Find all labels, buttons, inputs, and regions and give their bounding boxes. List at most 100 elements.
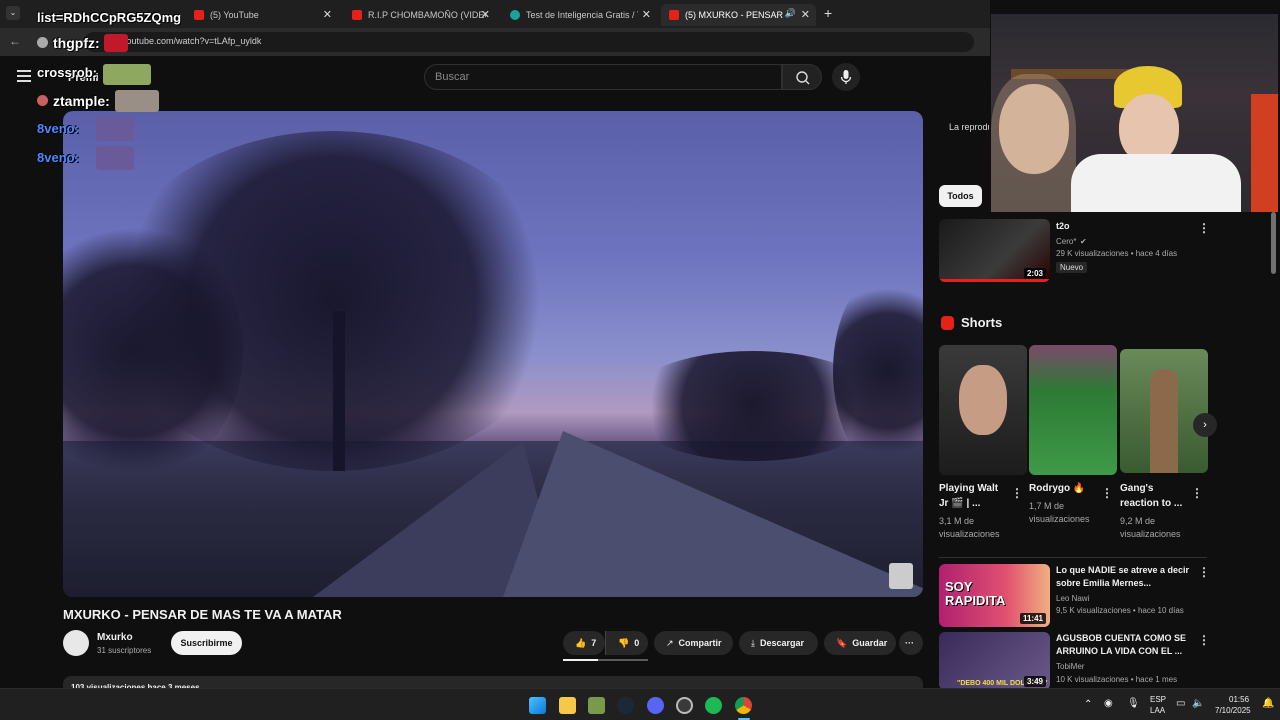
video-thumbnail[interactable]: 2:03 [939,219,1050,282]
shorts-heading: Shorts [961,315,1003,330]
tray-app-icon[interactable]: ◉ [1104,698,1113,709]
video-thumbnail[interactable]: SOY RAPIDITA 11:41 [939,564,1050,627]
save-button[interactable]: 🔖 Guardar [824,631,896,655]
short-title[interactable]: Gang's [1120,482,1154,496]
verified-check-icon: ✔ [1080,237,1087,246]
short-thumbnail[interactable] [1120,349,1208,473]
channel-name[interactable]: Cero* [1056,237,1076,246]
short-thumbnail[interactable] [939,345,1027,475]
short-views: visualizaciones [939,529,1000,539]
tab-list-dropdown-icon[interactable]: ⌄ [6,6,20,20]
notifications-icon[interactable]: 🔔 [1262,698,1274,709]
video-player[interactable] [63,111,923,597]
shorts-next-button[interactable]: › [1193,413,1217,437]
more-actions-button[interactable]: ··· [899,631,923,655]
video-title[interactable]: Lo que NADIE se atreve a decir sobre Emi… [1056,564,1192,590]
short-thumbnail-figure [1150,369,1178,473]
channel-avatar[interactable] [63,630,89,656]
speaker-icon[interactable]: 🔊 [785,8,796,19]
channel-watermark[interactable] [889,563,913,589]
short-title[interactable]: Playing Walt [939,482,998,496]
tab-chombamono[interactable]: R.I.P CHOMBAMOÑO (VIDEO C ✕ [344,4,496,26]
bookmark-icon: 🔖 [836,638,848,648]
short-title[interactable]: Rodrygo 🔥 [1029,482,1085,496]
tab-test-inteligencia[interactable]: Test de Inteligencia Gratis / Test ✕ [502,4,657,26]
chat-username: crossrob: [37,65,97,80]
discord-icon[interactable] [647,697,664,714]
tab-youtube[interactable]: (5) YouTube ✕ [186,4,338,26]
steam-icon[interactable] [617,697,634,714]
more-options-icon[interactable]: ⋮ [1198,221,1210,235]
subscribe-button[interactable]: Suscribirme [171,631,242,655]
close-tab-icon[interactable]: ✕ [481,8,490,21]
video-meta: 29 K visualizaciones • hace 4 días [1056,249,1178,258]
short-views: visualizaciones [1120,529,1181,539]
region-indicator[interactable]: LAA [1150,706,1165,715]
video-title[interactable]: AGUSBOB CUENTA COMO SE ARRUINO LA VIDA C… [1056,632,1192,658]
search-button[interactable] [782,64,822,90]
chat-username: list=RDhCCpRG5ZQmg [37,10,182,25]
dislike-button[interactable]: 👎 0 [605,631,648,655]
close-tab-icon[interactable]: ✕ [801,8,810,21]
url-field[interactable]: youtube.com/watch?v=tLAfp_uyldk [84,32,974,52]
language-indicator[interactable]: ESP [1150,695,1166,704]
more-options-icon[interactable]: ⋮ [1011,486,1023,500]
spotify-icon[interactable] [705,697,722,714]
search-icon [796,71,810,85]
app-icon[interactable] [676,697,693,714]
short-views: 9,2 M de [1120,516,1156,526]
thumbnail-progress-bar [939,279,1050,282]
more-options-icon[interactable]: ⋮ [1191,486,1203,500]
download-button[interactable]: ⤓ Descargar [739,631,818,655]
short-title[interactable]: reaction to ... [1120,497,1182,511]
close-tab-icon[interactable]: ✕ [323,8,332,21]
short-views: 1,7 M de [1029,501,1065,511]
tray-mic-icon[interactable]: 🎙 [1127,698,1140,709]
tab-mxurko-active[interactable]: (5) MXURKO - PENSAR DE M 🔊 ✕ [661,4,816,26]
close-tab-icon[interactable]: ✕ [642,8,651,21]
like-button[interactable]: 👍 7 [563,631,605,655]
clock-time[interactable]: 01:56 [1229,695,1249,704]
more-options-icon[interactable]: ⋮ [1101,486,1113,500]
new-tab-button[interactable]: + [824,5,832,21]
subscriber-count: 31 suscriptores [97,646,152,655]
new-badge: Nuevo [1056,262,1088,273]
voice-search-button[interactable] [832,63,860,91]
windows-start-icon[interactable] [529,697,546,714]
more-options-icon[interactable]: ⋮ [1198,633,1210,647]
streamer-right-shirt [1071,154,1241,212]
like-ratio-fill [563,659,598,661]
microphone-icon [840,70,852,84]
app-icon[interactable] [588,697,605,714]
file-explorer-icon[interactable] [559,697,576,714]
webcam-overlay [991,14,1278,212]
volume-icon[interactable]: 🔈 [1192,698,1204,709]
channel-name[interactable]: TobiMer [1056,662,1084,671]
sidebar-scrollbar[interactable] [1271,212,1276,274]
video-title[interactable]: t2o [1056,220,1070,233]
youtube-favicon-icon [669,10,679,20]
like-ratio-bar [563,659,648,661]
chat-badge-icon [37,95,48,106]
video-thumbnail[interactable]: "DEBO 400 MIL DOLARES" 3:49 [939,632,1050,690]
more-options-icon[interactable]: ⋮ [1198,565,1210,579]
windows-taskbar: ⌃ ◉ 🎙 ESP LAA ▭ 🔈 01:56 7/10/2025 🔔 [0,688,1280,720]
filter-chip-todos[interactable]: Todos [939,185,982,207]
short-thumbnail[interactable] [1029,345,1117,475]
chat-username: 8veno: [37,150,79,165]
short-title[interactable]: Jr 🎬 | ... [939,497,980,511]
back-arrow-icon[interactable]: ← [9,34,21,48]
channel-name[interactable]: Mxurko [97,632,133,643]
chat-username: 8veno: [37,121,79,136]
network-icon[interactable]: ▭ [1176,698,1185,709]
menu-hamburger-icon[interactable] [17,70,31,82]
channel-name[interactable]: Leo Nawi [1056,594,1089,603]
chrome-icon[interactable] [735,697,752,714]
share-button[interactable]: ↗ Compartir [654,631,733,655]
chat-emote [115,90,159,112]
video-frame-tree [623,351,883,461]
chat-username: thgpfz: [53,35,100,51]
tray-chevron-icon[interactable]: ⌃ [1084,699,1092,710]
search-input[interactable]: Buscar [424,64,782,90]
clock-date[interactable]: 7/10/2025 [1215,706,1251,715]
